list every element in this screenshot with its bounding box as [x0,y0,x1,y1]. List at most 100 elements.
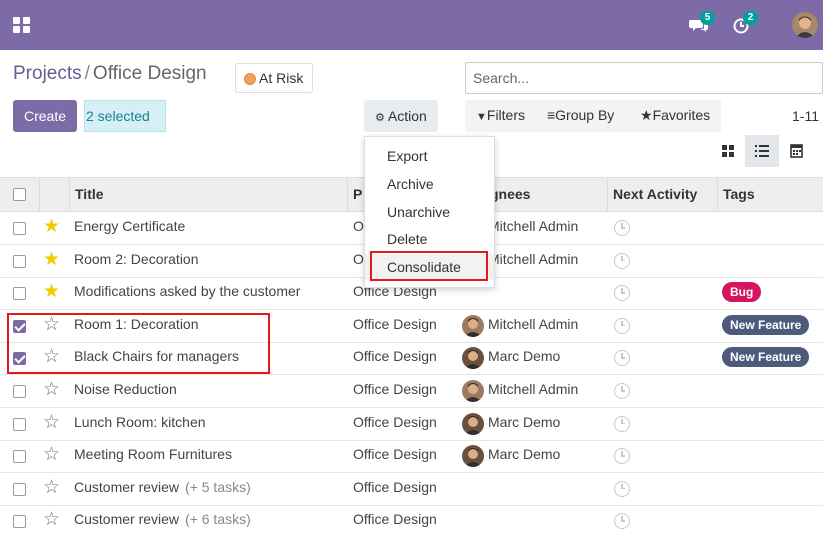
bars-icon: ≡ [547,107,556,123]
next-activity-clock-icon[interactable] [614,285,630,302]
next-activity-clock-icon[interactable] [614,252,630,269]
task-title: Room 2: Decoration [74,250,199,267]
apps-menu-icon[interactable] [13,17,31,33]
search-input[interactable] [465,62,823,94]
table-row[interactable]: ☆ Customer review (+ 5 tasks) Office Design [0,473,823,506]
list-icon [755,145,769,157]
action-label: Action [387,108,427,124]
calendar-view-button[interactable] [779,135,813,167]
next-activity-clock-icon[interactable] [614,317,630,334]
star-outline-icon[interactable]: ☆ [43,477,60,498]
task-title: Meeting Room Furnitures [74,446,232,463]
activity-badge: 2 [743,11,758,25]
star-outline-icon[interactable]: ☆ [43,412,60,433]
row-checkbox[interactable] [13,222,26,235]
next-activity-clock-icon[interactable] [614,383,630,399]
breadcrumb-separator: / [84,63,90,84]
task-title: Customer review (+ 6 tasks) [74,511,251,528]
action-unarchive[interactable]: Unarchive [365,199,494,225]
subtask-count: (+ 6 tasks) [185,511,251,528]
filter-icon: ▼ [476,111,487,123]
kanban-view-button[interactable] [711,135,745,167]
task-title: Energy Certificate [74,218,186,234]
selected-count-badge: 2 selected [84,100,166,132]
select-all-cell [0,178,40,211]
top-navbar: 5 2 [0,0,823,50]
kanban-icon [722,145,734,157]
consolidate-highlight-box [370,251,488,281]
task-project: Office Design [353,446,437,463]
assignee-avatar [462,412,484,435]
search-options-bar: ▼Filters ≡Group By ★Favorites [465,100,721,132]
breadcrumb-projects-link[interactable]: Projects [13,63,82,84]
task-title: Customer review (+ 5 tasks) [74,478,251,495]
task-project: O [353,218,364,234]
table-row[interactable]: ☆ Noise Reduction Office Design Mitchell A… [0,375,823,408]
activity-icon[interactable]: 2 [732,11,758,35]
star-outline-icon[interactable]: ☆ [43,445,60,465]
next-activity-clock-icon[interactable] [614,350,630,367]
action-archive[interactable]: Archive [365,171,494,197]
calendar-icon [790,144,803,158]
next-activity-clock-icon[interactable] [614,480,630,497]
action-button[interactable]: ⚙ Action [364,100,438,132]
star-column-header [40,178,70,211]
star-filled-icon[interactable]: ★ [43,282,60,302]
column-tags[interactable]: Tags [718,178,823,211]
row-checkbox[interactable] [13,482,26,496]
assignee-name: Marc Demo [488,446,561,463]
table-row[interactable]: ☆ Meeting Room Furnitures Office Design Ma… [0,440,823,474]
next-activity-clock-icon[interactable] [614,220,630,236]
action-export[interactable]: Export [365,143,494,169]
assignee-name: Mitchell Admin [488,218,579,234]
row-checkbox[interactable] [13,287,26,301]
table-row[interactable]: ☆ Customer review (+ 6 tasks) Office Design [0,505,823,535]
next-activity-clock-icon[interactable] [614,513,630,530]
row-checkbox[interactable] [13,254,26,268]
select-all-checkbox[interactable] [13,188,26,201]
task-tag: New Feature [722,314,810,335]
create-button[interactable]: Create [13,100,77,132]
list-view-button[interactable] [745,135,779,167]
star-icon: ★ [640,107,653,123]
star-filled-icon[interactable]: ★ [43,249,60,270]
row-checkbox[interactable] [13,385,26,398]
task-title: Noise Reduction [74,381,177,397]
status-label: At Risk [259,70,304,86]
row-checkbox[interactable] [13,515,26,529]
subtask-count: (+ 5 tasks) [185,478,251,495]
gear-icon: ⚙ [375,112,385,124]
star-outline-icon[interactable]: ☆ [43,510,60,530]
task-project: Office Design [353,478,437,495]
row-checkbox[interactable] [13,450,26,464]
row-checkbox[interactable] [13,417,26,431]
pager-value[interactable]: 1-11 [792,108,819,124]
assignee-name: Marc Demo [488,413,561,430]
star-filled-icon[interactable]: ★ [43,217,60,237]
assignee-name: Mitchell Admin [488,315,579,332]
task-title: Modifications asked by the customer [74,283,301,300]
chat-badge: 5 [700,11,715,25]
chat-icon[interactable]: 5 [689,11,715,35]
user-avatar[interactable] [792,12,818,38]
assignee-avatar [462,445,484,468]
breadcrumb-current: Office Design [92,63,207,84]
star-outline-icon[interactable]: ☆ [43,380,60,400]
table-row[interactable]: ☆ Lunch Room: kitchen Office Design Marc D… [0,408,823,441]
task-project: Office Design [353,381,437,397]
next-activity-clock-icon[interactable] [614,415,630,432]
task-title: Lunch Room: kitchen [74,413,206,430]
assignee-avatar [462,380,484,402]
column-title[interactable]: Title [70,178,348,211]
next-activity-clock-icon[interactable] [614,448,630,465]
favorites-button[interactable]: ★Favorites [640,100,710,132]
task-project: Office Design [353,413,437,430]
group-by-button[interactable]: ≡Group By [547,100,614,132]
action-delete[interactable]: Delete [365,226,494,252]
assignee-name: Marc Demo [488,348,561,365]
breadcrumb: Projects / Office Design [13,63,207,85]
project-status-button[interactable]: At Risk [235,63,313,93]
column-next-activity[interactable]: Next Activity [608,178,718,211]
filters-button[interactable]: ▼Filters [476,100,525,132]
task-tag: New Feature [722,347,810,368]
